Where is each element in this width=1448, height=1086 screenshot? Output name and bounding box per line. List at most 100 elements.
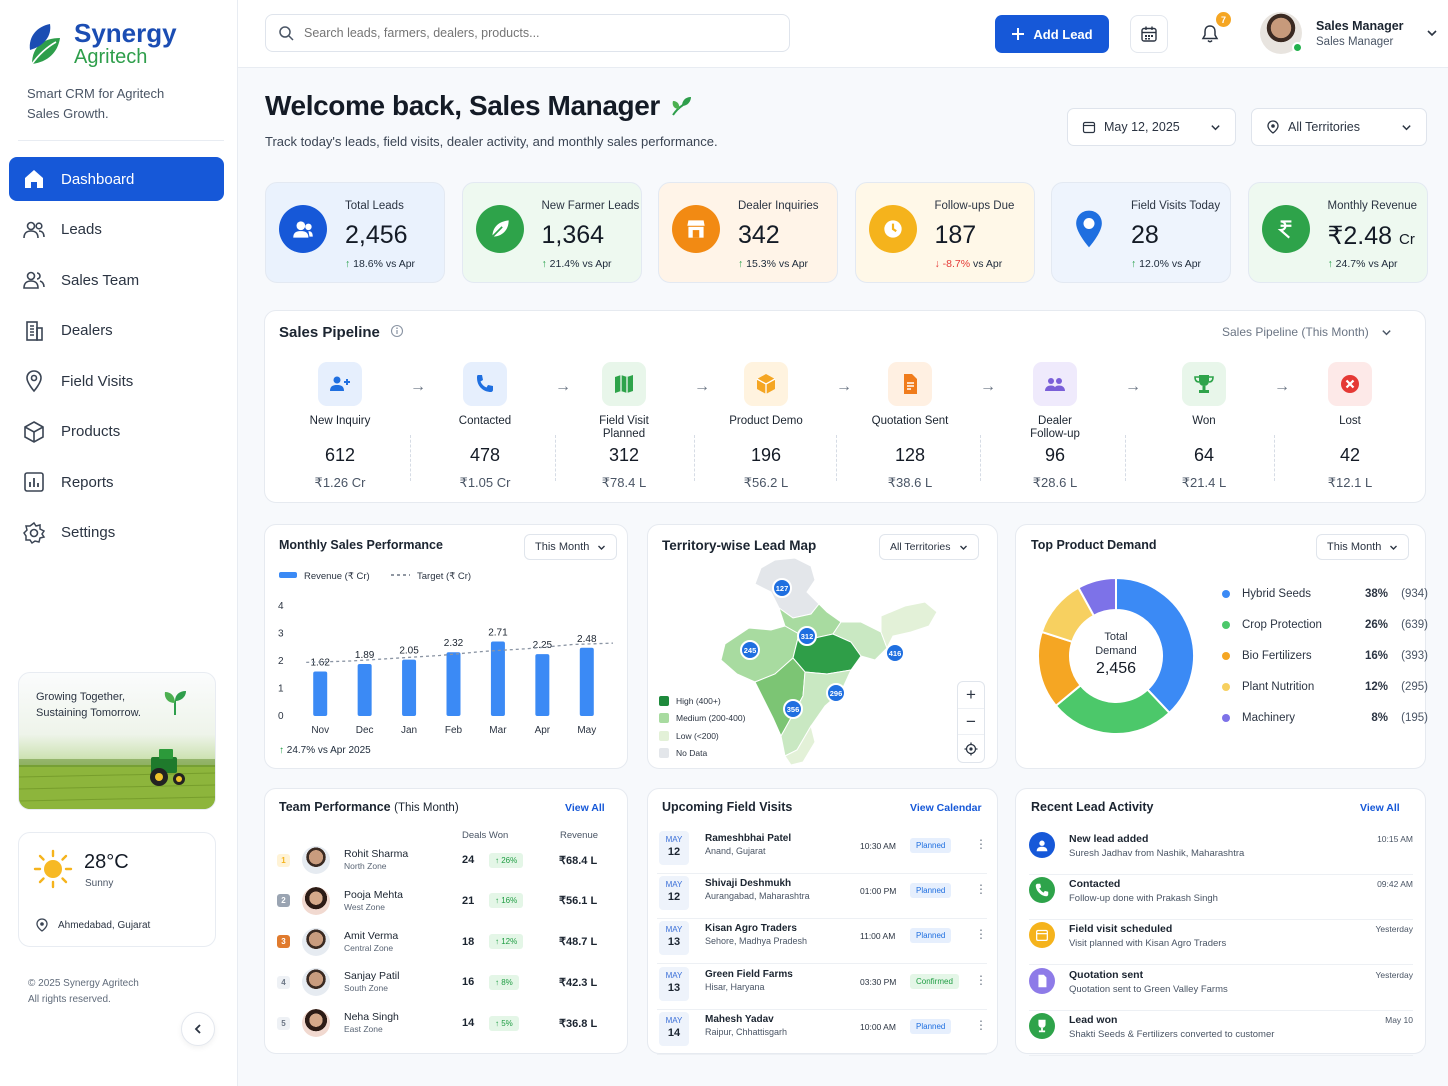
kpi-card-follow-ups-due[interactable]: Follow-ups Due 187 ↓ -8.7% vs Apr (854, 182, 1035, 283)
calendar-button[interactable] (1130, 15, 1168, 53)
member-name: Rohit Sharma (344, 848, 409, 860)
collapse-sidebar-button[interactable] (181, 1012, 215, 1046)
deals-won: 18 (462, 935, 475, 948)
sidebar-item-reports[interactable]: Reports (9, 460, 224, 504)
close-circle-icon (1328, 362, 1372, 406)
zoom-in-button[interactable]: + (958, 682, 984, 708)
revenue: ₹48.7 L (559, 936, 598, 949)
table-row[interactable]: 3 Amit Verma Central Zone 18 ↑ 12% ₹48.7 L (277, 922, 607, 962)
revenue: ₹42.3 L (559, 976, 598, 989)
add-lead-button[interactable]: Add Lead (995, 15, 1109, 53)
pipeline-stage-field-visit-planned[interactable]: Field Visit Planned 312 ₹78.4 L (569, 362, 679, 491)
more-options-icon[interactable]: ⋮ (975, 973, 987, 987)
list-item[interactable]: MAY 14 Mahesh Yadav Raipur, Chhattisgarh 10:… (657, 1010, 987, 1055)
growth-note: ↑ 24.7% vs Apr 2025 (279, 745, 371, 756)
activity-title: Lead won (1069, 1013, 1118, 1026)
sidebar-item-products[interactable]: Products (9, 410, 224, 454)
list-item[interactable]: MAY 13 Green Field Farms Hisar, Haryana 03:3… (657, 965, 987, 1010)
list-item[interactable]: MAY 12 Shivaji Deshmukh Aurangabad, Maharas… (657, 874, 987, 920)
rupee-icon (1261, 205, 1310, 253)
search-box[interactable] (265, 14, 790, 52)
table-row[interactable]: 1 Rohit Sharma North Zone 24 ↑ 26% ₹68.4 L (277, 840, 607, 880)
date-picker[interactable]: May 12, 2025 (1067, 108, 1236, 146)
sidebar-item-leads[interactable]: Leads (9, 208, 224, 252)
stage-name: Product Demo (729, 415, 803, 427)
pipeline-stage-won[interactable]: Won 64 ₹21.4 L (1149, 362, 1259, 491)
kpi-delta-value: -8.7% (942, 258, 971, 270)
info-icon[interactable] (390, 324, 404, 338)
map-legend-swatch (659, 695, 669, 706)
territory-select[interactable]: All Territories (1251, 108, 1427, 146)
more-options-icon[interactable]: ⋮ (975, 882, 987, 896)
leaf-logo-icon (29, 24, 60, 65)
list-item[interactable]: Contacted Follow-up done with Prakash Sin… (1029, 875, 1413, 921)
more-options-icon[interactable]: ⋮ (975, 837, 987, 851)
more-options-icon[interactable]: ⋮ (975, 1018, 987, 1032)
team-view-all-link[interactable]: View All (565, 802, 605, 814)
zoom-out-button[interactable]: − (958, 708, 984, 734)
view-calendar-link[interactable]: View Calendar (910, 802, 982, 814)
india-map[interactable]: 127 312 245 416 296 356 (715, 556, 940, 766)
table-row[interactable]: 5 Neha Singh East Zone 14 ↑ 5% ₹36.8 L (277, 1003, 607, 1043)
pipeline-stage-dealer-follow-up[interactable]: Dealer Follow-up 96 ₹28.6 L (1000, 362, 1110, 491)
pipeline-stage-quotation-sent[interactable]: Quotation Sent 128 ₹38.6 L (855, 362, 965, 491)
table-row[interactable]: 4 Sanjay Patil South Zone 16 ↑ 8% ₹42.3 L (277, 962, 607, 1002)
recenter-button[interactable] (958, 734, 984, 762)
list-item[interactable]: MAY 12 Rameshbhai Patel Anand, Gujarat 10:30… (657, 829, 987, 874)
sidebar-item-field-visits[interactable]: Field Visits (9, 359, 224, 403)
kpi-card-field-visits-today[interactable]: Field Visits Today 28 ↑ 12.0% vs Apr (1051, 182, 1231, 283)
kpi-value-number: 2,456 (345, 221, 408, 249)
activity-time: Yesterday (1375, 969, 1414, 980)
demand-filter[interactable]: This Month (1316, 534, 1410, 560)
bell-icon (1201, 25, 1219, 43)
pipeline-stage-lost[interactable]: Lost 42 ₹12.1 L (1295, 362, 1405, 491)
list-item[interactable]: Lead won Shakti Seeds & Fertilizers conve… (1029, 1011, 1413, 1056)
arrow-right-icon: → (1125, 378, 1141, 395)
store-icon (672, 205, 720, 253)
kpi-card-total-leads[interactable]: Total Leads 2,456 ↑ 18.6% vs Apr (265, 182, 445, 283)
legend-target-label: Target (₹ Cr) (417, 571, 471, 582)
pipeline-stage-new-inquiry[interactable]: New Inquiry 612 ₹1.26 Cr (285, 362, 395, 491)
kpi-card-dealer-inquiries[interactable]: Dealer Inquiries 342 ↑ 15.3% vs Apr (658, 182, 838, 283)
stage-value: ₹1.05 Cr (459, 475, 511, 490)
list-item[interactable]: Field visit scheduled Visit planned with … (1029, 920, 1413, 966)
map-legend-item: No Data (659, 745, 745, 763)
sprout-icon (164, 691, 186, 715)
pipeline-stage-product-demo[interactable]: Product Demo 196 ₹56.2 L (711, 362, 821, 491)
trophy-icon (1182, 362, 1226, 406)
more-options-icon[interactable]: ⋮ (975, 927, 987, 941)
kpi-delta: ↑ 24.7% vs Apr (1328, 258, 1398, 270)
clock-icon (868, 205, 917, 253)
kpi-card-new-farmer-leads[interactable]: New Farmer Leads 1,364 ↑ 21.4% vs Apr (461, 182, 642, 283)
location-pin-icon (36, 918, 48, 932)
sidebar-item-dashboard[interactable]: Dashboard (9, 157, 224, 201)
growth-pct: 16% (501, 896, 518, 906)
rank-badge: 2 (277, 894, 290, 908)
chevron-down-icon (1390, 545, 1398, 550)
pipeline-filter[interactable]: Sales Pipeline (This Month) (1222, 325, 1392, 339)
monthly-filter[interactable]: This Month (524, 534, 618, 560)
avatar (302, 886, 330, 915)
pipeline-stage-contacted[interactable]: Contacted 478 ₹1.05 Cr (430, 362, 540, 491)
activity-view-all-link[interactable]: View All (1360, 802, 1400, 814)
sidebar-item-settings[interactable]: Settings (9, 511, 224, 555)
list-item[interactable]: Quotation sent Quotation sent to Green Va… (1029, 966, 1413, 1011)
sidebar: Synergy Agritech Smart CRM for Agritech … (0, 0, 238, 1086)
list-item[interactable]: MAY 13 Kisan Agro Traders Sehore, Madhya Pr… (657, 919, 987, 965)
document-icon (888, 362, 932, 406)
list-item[interactable]: New lead added Suresh Jadhav from Nashik,… (1029, 830, 1413, 875)
notifications-button[interactable]: 7 (1191, 12, 1231, 53)
sidebar-item-sales-team[interactable]: Sales Team (9, 258, 224, 302)
kpi-card-monthly-revenue[interactable]: Monthly Revenue ₹2.48 Cr ↑ 24.7% vs Apr (1247, 182, 1428, 283)
map-region-northeast[interactable] (880, 601, 938, 650)
table-row[interactable]: 2 Pooja Mehta West Zone 21 ↑ 16% ₹56.1 L (277, 881, 607, 921)
copyright-line: © 2025 Synergy Agritech (28, 978, 139, 989)
stage-divider (410, 435, 411, 481)
sidebar-item-dealers[interactable]: Dealers (9, 309, 224, 353)
search-input[interactable] (304, 26, 764, 40)
legend-count: (195) (1401, 711, 1428, 724)
user-menu[interactable]: Sales Manager Sales Manager (1260, 12, 1438, 54)
kpi-value: 1,364 (542, 221, 605, 250)
brand-logo[interactable]: Synergy Agritech (26, 20, 177, 70)
date-month: MAY (665, 925, 683, 935)
